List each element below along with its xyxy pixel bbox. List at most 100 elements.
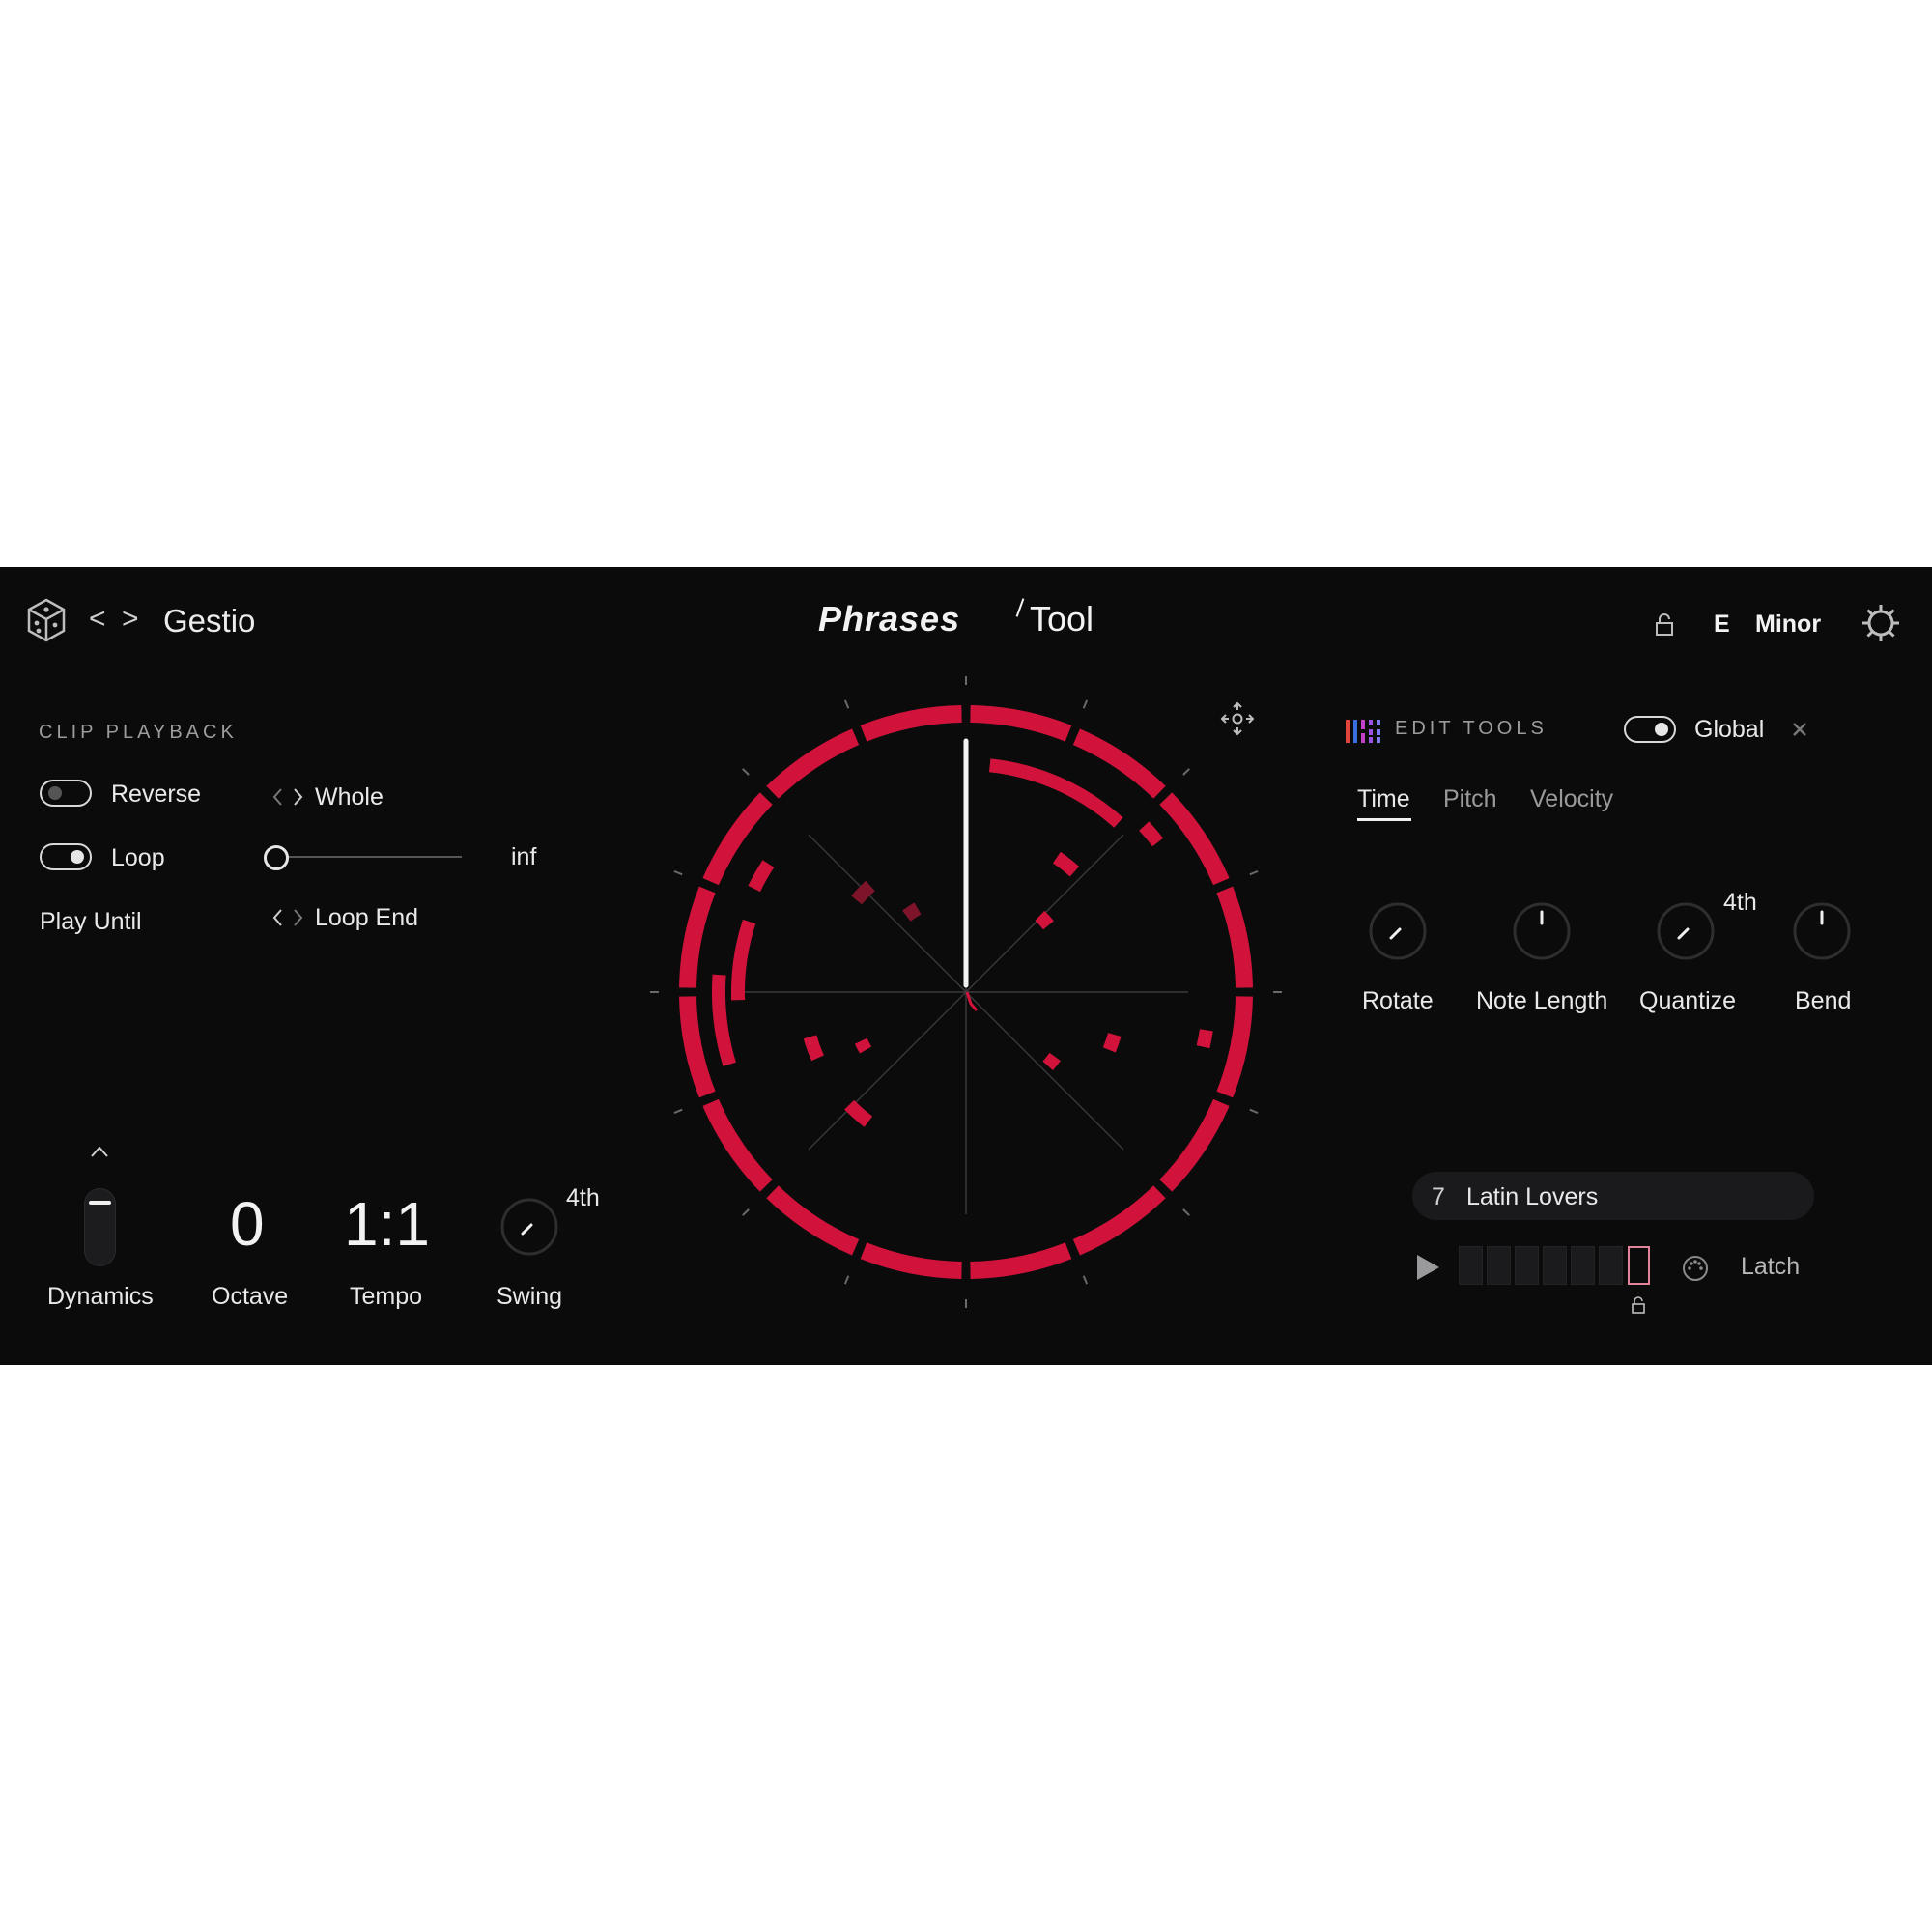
global-label: Global: [1694, 716, 1765, 743]
latch-label[interactable]: Latch: [1741, 1253, 1800, 1281]
note-arc: [712, 974, 736, 1066]
logo-primary: Phrases: [818, 599, 961, 639]
bend-knob[interactable]: [1791, 900, 1853, 962]
note-arc: [1035, 910, 1054, 930]
step-cell[interactable]: [1599, 1246, 1623, 1285]
dice-icon[interactable]: [25, 597, 68, 643]
octave-label: Octave: [212, 1283, 289, 1310]
quantize-knob[interactable]: [1655, 900, 1717, 962]
ring-segment: [1072, 728, 1166, 799]
ring-segment: [860, 705, 962, 742]
ring-segment: [679, 886, 716, 988]
tab-time[interactable]: Time: [1357, 785, 1410, 813]
swing-value: 4th: [566, 1184, 600, 1211]
loop-toggle[interactable]: [40, 843, 92, 870]
note-arc: [988, 758, 1123, 828]
tick-mark: [1249, 1108, 1259, 1115]
step-cell[interactable]: [1543, 1246, 1567, 1285]
loop-label: Loop: [111, 844, 165, 871]
octave-value[interactable]: 0: [230, 1188, 265, 1260]
logo-secondary: Tool: [1030, 599, 1094, 639]
note-arcs: [712, 758, 1213, 1127]
step-cell[interactable]: [1571, 1246, 1595, 1285]
close-icon[interactable]: [1790, 720, 1809, 739]
phrase-name: Latin Lovers: [1466, 1183, 1599, 1210]
swing-label: Swing: [497, 1283, 563, 1310]
lock-icon[interactable]: [1654, 612, 1675, 638]
ring-segment: [1072, 1185, 1166, 1256]
tick-mark: [673, 1108, 683, 1115]
clip-playback-heading: CLIP PLAYBACK: [39, 722, 238, 743]
phrase-number: 7: [1432, 1183, 1445, 1210]
dynamics-slider[interactable]: [84, 1188, 116, 1266]
range-value[interactable]: Whole: [315, 783, 384, 811]
move-icon[interactable]: [1220, 701, 1255, 736]
note-arc: [902, 902, 922, 922]
gear-icon[interactable]: [1861, 603, 1901, 643]
tempo-value[interactable]: 1:1: [344, 1188, 430, 1260]
tick-mark: [742, 768, 750, 776]
step-cell[interactable]: [1487, 1246, 1511, 1285]
step-cell[interactable]: [1459, 1246, 1483, 1285]
tick-mark: [1182, 768, 1190, 776]
tick-mark: [1082, 1275, 1089, 1285]
ring-segment: [702, 1098, 773, 1192]
bend-label: Bend: [1795, 987, 1852, 1014]
step-active[interactable]: [1628, 1246, 1650, 1285]
midi-icon[interactable]: [1681, 1254, 1710, 1283]
tab-velocity[interactable]: Velocity: [1530, 785, 1613, 813]
rotate-label: Rotate: [1362, 987, 1434, 1014]
step-lock-icon[interactable]: [1631, 1296, 1646, 1316]
loop-end-chevrons-icon[interactable]: [271, 905, 306, 930]
loop-slider-handle[interactable]: [264, 845, 289, 870]
tick-mark: [843, 699, 850, 709]
tick-mark: [843, 1275, 850, 1285]
ring-segment: [1159, 1098, 1230, 1192]
loop-slider-track[interactable]: [276, 856, 462, 858]
ring-segment: [1159, 792, 1230, 886]
quantize-label: Quantize: [1639, 987, 1737, 1014]
ring-segment: [970, 1242, 1072, 1279]
edit-tools-heading: EDIT TOOLS: [1395, 718, 1548, 739]
note-arc: [1139, 821, 1164, 847]
reverse-toggle[interactable]: [40, 780, 92, 807]
ring-segment: [860, 1242, 962, 1279]
note-length-knob[interactable]: [1511, 900, 1573, 962]
chevron-up-icon[interactable]: [89, 1144, 110, 1159]
next-preset-button[interactable]: >: [122, 603, 139, 636]
note-arc: [844, 1099, 873, 1127]
note-arc: [1102, 1033, 1122, 1053]
play-until-label: Play Until: [40, 908, 142, 935]
note-arc: [1042, 1052, 1061, 1070]
note-arc: [851, 880, 875, 905]
ring-segment: [766, 1185, 860, 1256]
dynamics-label: Dynamics: [47, 1283, 154, 1310]
reverse-label: Reverse: [111, 781, 202, 808]
note-length-label: Note Length: [1476, 987, 1608, 1014]
play-icon[interactable]: [1413, 1252, 1442, 1283]
tick-mark: [1082, 699, 1089, 709]
key-scale[interactable]: Minor: [1755, 611, 1821, 639]
tick-mark: [1249, 869, 1259, 876]
note-arc: [854, 1037, 872, 1054]
swing-knob[interactable]: [498, 1196, 560, 1258]
slider-end-label: inf: [511, 843, 537, 870]
note-arc: [803, 1035, 824, 1062]
ring-segment: [1216, 886, 1253, 988]
prev-preset-button[interactable]: <: [89, 603, 106, 636]
step-cell[interactable]: [1515, 1246, 1539, 1285]
range-chevrons-icon[interactable]: [271, 784, 306, 810]
key-root[interactable]: E: [1714, 611, 1730, 639]
note-arc: [1196, 1029, 1213, 1049]
note-arc: [748, 860, 775, 893]
tab-pitch[interactable]: Pitch: [1443, 785, 1497, 813]
phrase-circle-display[interactable]: [638, 664, 1294, 1321]
note-arc: [1052, 851, 1080, 877]
rotate-knob[interactable]: [1367, 900, 1429, 962]
note-arc: [730, 919, 756, 1001]
tick-mark: [673, 869, 683, 876]
global-toggle[interactable]: [1624, 716, 1676, 743]
preset-name[interactable]: Gestio: [163, 603, 255, 639]
tab-time-underline: [1357, 818, 1411, 821]
loop-end-value[interactable]: Loop End: [315, 904, 418, 932]
